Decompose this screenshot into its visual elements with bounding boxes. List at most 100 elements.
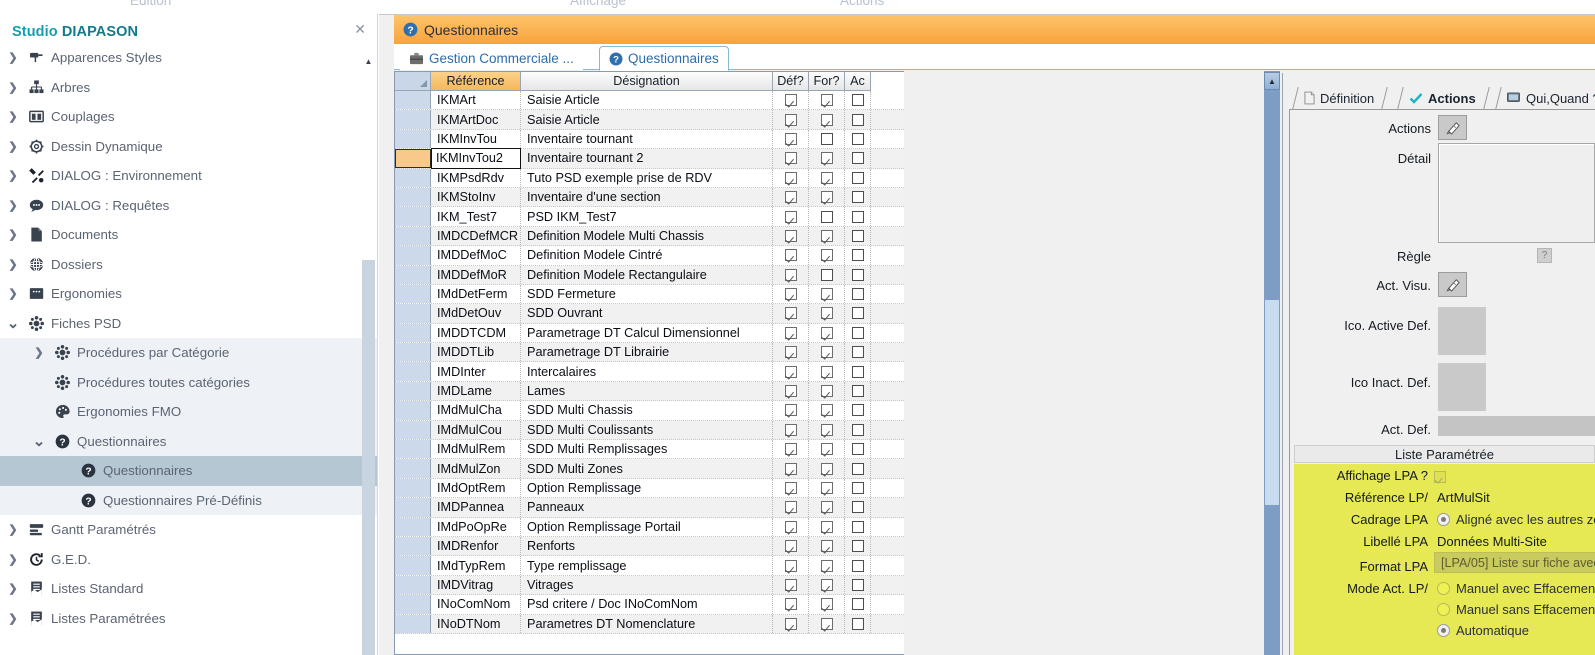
cell-reference[interactable]: IMDLame xyxy=(431,382,521,400)
table-row[interactable]: IMDDefMoRDefinition Modele Rectangulaire xyxy=(395,266,904,285)
cell-designation[interactable]: Definition Modele Rectangulaire xyxy=(521,266,773,284)
act-def-field[interactable] xyxy=(1438,416,1595,436)
cell-checkbox-for[interactable] xyxy=(809,556,845,574)
cell-checkbox-act[interactable] xyxy=(845,266,871,284)
row-selector-cell[interactable] xyxy=(395,459,431,477)
row-selector-cell[interactable] xyxy=(395,421,431,439)
cell-checkbox-for[interactable] xyxy=(809,595,845,613)
cell-checkbox-def[interactable] xyxy=(773,207,809,225)
cell-checkbox-for[interactable] xyxy=(809,285,845,303)
row-selector-cell[interactable] xyxy=(395,130,431,148)
cell-checkbox-for[interactable] xyxy=(809,188,845,206)
chevron-down-icon[interactable]: ⌄ xyxy=(28,432,50,450)
sidebar-item-arbres[interactable]: ❯Arbres xyxy=(0,73,377,103)
cell-checkbox-act[interactable] xyxy=(845,459,871,477)
cell-checkbox-act[interactable] xyxy=(845,285,871,303)
cell-reference[interactable]: IMDDefMoR xyxy=(431,266,521,284)
cell-reference[interactable]: IKMArt xyxy=(431,91,521,109)
table-row[interactable]: IMdDetOuvSDD Ouvrant xyxy=(395,304,904,323)
cell-designation[interactable]: Option Remplissage xyxy=(521,479,773,497)
cell-checkbox-def[interactable] xyxy=(773,246,809,264)
cell-designation[interactable]: Psd critere / Doc INoComNom xyxy=(521,595,773,613)
cell-checkbox-def[interactable] xyxy=(773,382,809,400)
sidebar-item-dessin-dynamique[interactable]: ❯Dessin Dynamique xyxy=(0,132,377,162)
cell-reference[interactable]: IMDCDefMCR xyxy=(431,227,521,245)
cell-checkbox-for[interactable] xyxy=(809,324,845,342)
sidebar-item-dialog-requ-tes[interactable]: ❯DIALOG : Requêtes xyxy=(0,191,377,221)
mode-radio-automatique[interactable]: Automatique xyxy=(1437,623,1529,638)
cell-checkbox-def[interactable] xyxy=(773,498,809,516)
row-selector-cell[interactable] xyxy=(395,382,431,400)
cell-checkbox-for[interactable] xyxy=(809,401,845,419)
cell-checkbox-for[interactable] xyxy=(809,130,845,148)
sidebar-scroll-thumb[interactable] xyxy=(362,260,375,655)
row-selector-cell[interactable] xyxy=(395,615,431,633)
sidebar-item-questionnaires[interactable]: ⌄?Questionnaires xyxy=(0,427,377,457)
sidebar-item-apparences-styles[interactable]: ❯Apparences Styles xyxy=(0,43,377,73)
cell-reference[interactable]: IMDRenfor xyxy=(431,537,521,555)
cell-designation[interactable]: Type remplissage xyxy=(521,556,773,574)
cell-designation[interactable]: Parametres DT Nomenclature xyxy=(521,615,773,633)
ico-inact-def-preview[interactable] xyxy=(1438,363,1486,411)
row-selector-cell[interactable] xyxy=(395,498,431,516)
cell-reference[interactable]: INoComNom xyxy=(431,595,521,613)
chevron-right-icon[interactable]: ❯ xyxy=(2,199,24,212)
row-selector-cell[interactable] xyxy=(395,595,431,613)
cell-checkbox-for[interactable] xyxy=(809,246,845,264)
cell-reference[interactable]: IMDInter xyxy=(431,362,521,380)
sidebar-item-documents[interactable]: ❯Documents xyxy=(0,220,377,250)
cell-designation[interactable]: Panneaux xyxy=(521,498,773,516)
cell-designation[interactable]: SDD Multi Remplissages xyxy=(521,440,773,458)
cell-checkbox-def[interactable] xyxy=(773,149,809,167)
table-row[interactable]: IMdMulZonSDD Multi Zones xyxy=(395,459,904,478)
cell-checkbox-def[interactable] xyxy=(773,556,809,574)
cell-checkbox-act[interactable] xyxy=(845,537,871,555)
cell-reference[interactable]: IMdMulCha xyxy=(431,401,521,419)
cell-checkbox-def[interactable] xyxy=(773,227,809,245)
cell-checkbox-for[interactable] xyxy=(809,537,845,555)
cell-designation[interactable]: Vitrages xyxy=(521,576,773,594)
cell-checkbox-def[interactable] xyxy=(773,343,809,361)
cell-designation[interactable]: SDD Fermeture xyxy=(521,285,773,303)
row-selector-cell[interactable] xyxy=(395,401,431,419)
cell-checkbox-def[interactable] xyxy=(773,595,809,613)
table-row[interactable]: IKMInvTouInventaire tournant xyxy=(395,130,904,149)
chevron-right-icon[interactable]: ❯ xyxy=(2,612,24,625)
table-row[interactable]: IMDLameLames xyxy=(395,382,904,401)
cell-designation[interactable]: Inventaire d'une section xyxy=(521,188,773,206)
cell-checkbox-def[interactable] xyxy=(773,188,809,206)
cell-reference[interactable]: IMdOptRem xyxy=(431,479,521,497)
table-row[interactable]: IMDDefMoCDefinition Modele Cintré xyxy=(395,246,904,265)
cell-designation[interactable]: PSD IKM_Test7 xyxy=(521,207,773,225)
cell-checkbox-for[interactable] xyxy=(809,615,845,633)
row-selector-cell[interactable] xyxy=(395,518,431,536)
cell-checkbox-act[interactable] xyxy=(845,498,871,516)
cell-reference[interactable]: IMDDTCDM xyxy=(431,324,521,342)
cell-checkbox-def[interactable] xyxy=(773,130,809,148)
cell-checkbox-act[interactable] xyxy=(845,401,871,419)
cell-checkbox-def[interactable] xyxy=(773,440,809,458)
tab-qui-quand[interactable]: Qui,Quand ? xyxy=(1498,87,1595,109)
table-row[interactable]: IMDCDefMCRDefinition Modele Multi Chassi… xyxy=(395,227,904,246)
cell-checkbox-def[interactable] xyxy=(773,304,809,322)
mode-radio-manuel-sans-effacement[interactable]: Manuel sans Effacement xyxy=(1437,602,1595,617)
act-visu-picker-button[interactable] xyxy=(1438,272,1467,297)
cell-checkbox-for[interactable] xyxy=(809,440,845,458)
table-row[interactable]: IMDDTCDMParametrage DT Calcul Dimensionn… xyxy=(395,324,904,343)
row-selector-cell[interactable] xyxy=(395,110,431,128)
table-row[interactable]: IKMArtDocSaisie Article xyxy=(395,110,904,129)
cell-checkbox-act[interactable] xyxy=(845,246,871,264)
row-selector-cell[interactable] xyxy=(395,188,431,206)
cell-checkbox-for[interactable] xyxy=(809,421,845,439)
sidebar-item-listes-standard[interactable]: ❯Listes Standard xyxy=(0,574,377,604)
chevron-right-icon[interactable]: ❯ xyxy=(2,81,24,94)
cell-reference[interactable]: IMdMulZon xyxy=(431,459,521,477)
row-selector-cell[interactable] xyxy=(395,556,431,574)
cell-checkbox-act[interactable] xyxy=(845,518,871,536)
cell-checkbox-act[interactable] xyxy=(845,382,871,400)
cell-checkbox-def[interactable] xyxy=(773,401,809,419)
row-selector-cell[interactable] xyxy=(395,149,431,167)
row-selector-cell[interactable] xyxy=(395,537,431,555)
menu-item-actions[interactable]: Actions xyxy=(840,0,884,8)
cell-checkbox-for[interactable] xyxy=(809,304,845,322)
